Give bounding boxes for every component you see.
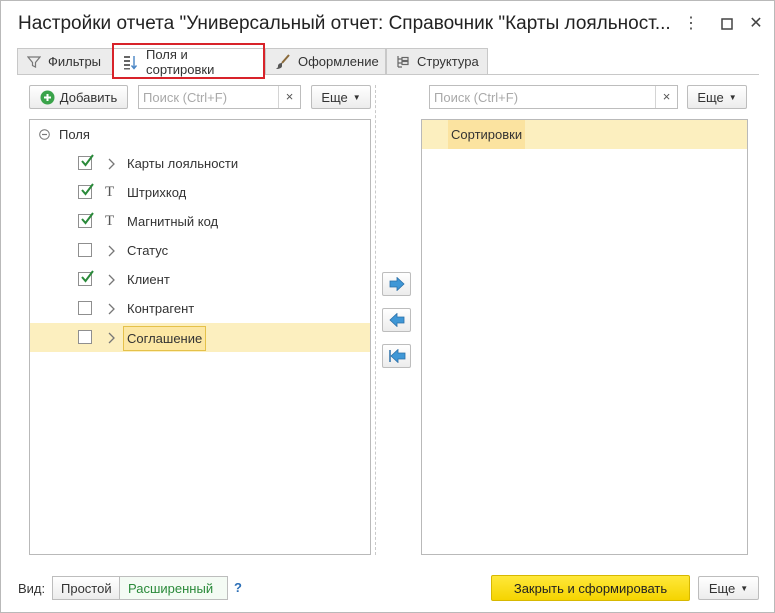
tree-item-label: Соглашение (123, 326, 207, 351)
arrow-right-icon (389, 277, 405, 291)
collapse-icon (39, 129, 50, 140)
chevron-right-icon[interactable] (106, 332, 116, 344)
tree-item-agreement[interactable]: Соглашение (30, 323, 370, 352)
brush-icon (276, 53, 290, 69)
add-button[interactable]: Добавить (29, 85, 128, 109)
more-vertical-icon[interactable]: ⋮ (680, 13, 702, 35)
left-search: × (138, 85, 301, 109)
right-more-button[interactable]: Еще ▼ (687, 85, 747, 109)
settings-window: Настройки отчета "Универсальный отчет: С… (0, 0, 775, 613)
sort-root-label: Сортировки (448, 120, 526, 149)
maximize-icon[interactable] (716, 13, 738, 35)
dropdown-arrow-icon: ▼ (740, 583, 749, 593)
left-search-input[interactable] (139, 86, 278, 108)
tab-design[interactable]: Оформление (265, 48, 386, 74)
text-type-icon: T (105, 213, 115, 229)
tree-item-label: Штрихкод (127, 185, 187, 200)
close-and-generate-label: Закрыть и сформировать (513, 580, 668, 596)
tree-item-loyalty-cards[interactable]: Карты лояльности (30, 149, 370, 178)
chevron-right-icon[interactable] (106, 245, 116, 257)
tree-item-magnetic-code[interactable]: T Магнитный код (30, 207, 370, 236)
checkbox[interactable] (78, 212, 94, 228)
right-search-clear-button[interactable]: × (655, 86, 677, 108)
view-label: Вид: (18, 581, 46, 596)
tree-item-label: Статус (127, 243, 169, 258)
tab-fields-sort-label: Поля и сортировки (146, 47, 215, 77)
checkbox[interactable] (78, 270, 94, 286)
chevron-right-icon[interactable] (106, 274, 116, 286)
window-title: Настройки отчета "Универсальный отчет: С… (18, 13, 671, 34)
dropdown-arrow-icon: ▼ (728, 92, 737, 102)
move-left-button[interactable] (382, 308, 411, 332)
tab-filters-label: Фильтры (48, 54, 102, 69)
move-all-left-button[interactable] (382, 344, 411, 368)
checkbox[interactable] (78, 243, 92, 257)
arrow-left-all-icon (388, 349, 405, 363)
chevron-right-icon[interactable] (106, 303, 116, 315)
tab-fields-sort[interactable]: Поля и сортировки (113, 47, 265, 77)
arrow-left-icon (388, 313, 404, 327)
tree-item-label: Контрагент (127, 301, 195, 316)
right-more-label: Еще (697, 89, 724, 105)
title-bar: Настройки отчета "Универсальный отчет: С… (1, 1, 774, 45)
tree-item-label: Магнитный код (127, 214, 219, 229)
close-and-generate-button[interactable]: Закрыть и сформировать (491, 575, 690, 601)
tab-design-label: Оформление (298, 54, 379, 69)
tab-structure[interactable]: Структура (386, 48, 488, 74)
text-type-icon: T (105, 184, 115, 200)
view-extended-label: Расширенный (128, 580, 214, 596)
filter-icon (27, 55, 41, 68)
tree-root-row[interactable]: Поля (30, 120, 370, 149)
tab-structure-label: Структура (417, 54, 479, 69)
move-right-button[interactable] (382, 272, 411, 296)
panel-divider (375, 85, 376, 555)
add-icon (40, 90, 55, 104)
view-simple-label: Простой (61, 580, 112, 596)
left-more-label: Еще (321, 89, 348, 105)
right-search-input[interactable] (430, 86, 655, 108)
view-extended-button[interactable]: Расширенный (119, 576, 228, 600)
checkbox[interactable] (78, 154, 94, 170)
footer-more-label: Еще (708, 580, 736, 596)
dropdown-arrow-icon: ▼ (352, 92, 361, 102)
tree-item-label: Карты лояльности (127, 156, 239, 171)
tree-item-barcode[interactable]: T Штрихкод (30, 178, 370, 207)
structure-icon (397, 55, 409, 68)
check-icon (81, 183, 94, 196)
checkbox[interactable] (78, 183, 94, 199)
tree-item-counterparty[interactable]: Контрагент (30, 294, 370, 323)
chevron-right-icon[interactable] (106, 158, 116, 170)
view-simple-button[interactable]: Простой (52, 576, 120, 600)
footer-more-button[interactable]: Еще ▼ (698, 576, 759, 600)
add-button-label: Добавить (59, 89, 118, 105)
left-more-button[interactable]: Еще ▼ (311, 85, 371, 109)
sort-root-row[interactable]: Сортировки (422, 120, 747, 149)
close-icon[interactable]: ✕ (745, 13, 767, 35)
tab-filters[interactable]: Фильтры (17, 48, 113, 74)
right-search: × (429, 85, 678, 109)
check-icon (81, 154, 94, 167)
check-icon (81, 212, 94, 225)
sort-tree[interactable]: Сортировки (421, 119, 748, 555)
tree-item-status[interactable]: Статус (30, 236, 370, 265)
checkbox[interactable] (78, 330, 92, 344)
tree-root-label: Поля (59, 127, 90, 142)
fields-tree[interactable]: Поля Карты лояльности T Штрихкод T Магни… (29, 119, 371, 555)
help-link[interactable]: ? (234, 580, 242, 595)
tree-item-client[interactable]: Клиент (30, 265, 370, 294)
check-icon (81, 270, 94, 283)
tab-bar: Фильтры Поля и сортировки Оформление Стр… (17, 47, 759, 77)
checkbox[interactable] (78, 301, 92, 315)
left-search-clear-button[interactable]: × (278, 86, 300, 108)
tree-item-label: Клиент (127, 272, 170, 287)
fields-sort-icon (124, 55, 138, 70)
